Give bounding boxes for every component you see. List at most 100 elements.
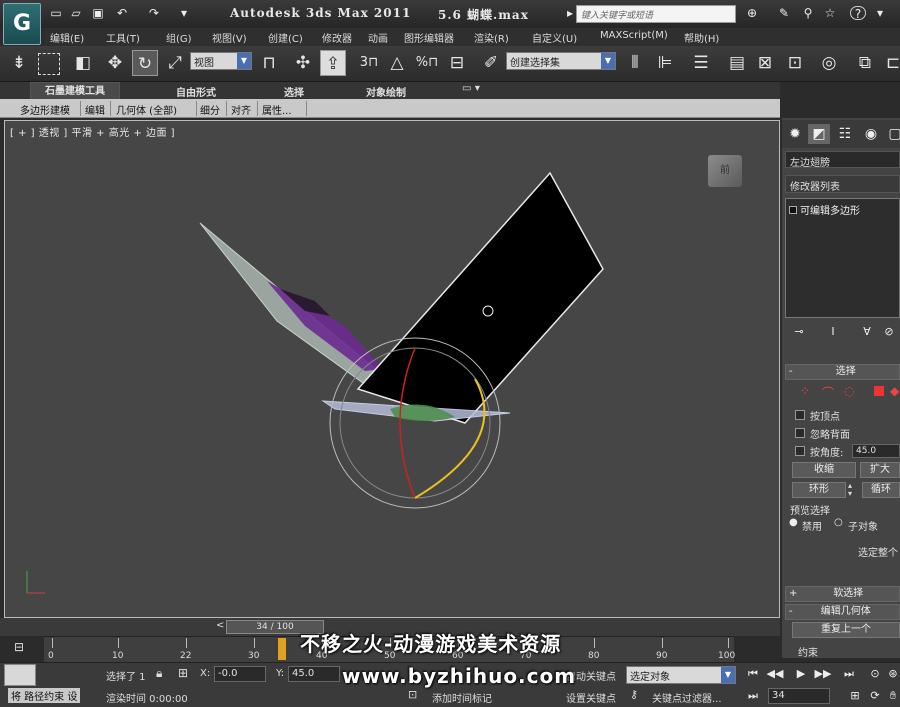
mirror-icon[interactable]: ⫴ xyxy=(622,50,648,76)
menu-group[interactable]: 组(G) xyxy=(166,30,192,45)
dropdown-icon[interactable]: ▾ xyxy=(176,6,192,20)
current-frame-marker[interactable] xyxy=(278,638,286,660)
tools-icon[interactable]: ✎ xyxy=(776,6,792,20)
schematic-view-icon[interactable]: ⊡ xyxy=(782,50,808,76)
window-crossing-icon[interactable]: ◧ xyxy=(70,50,96,76)
binoculars-icon[interactable]: ⊕ xyxy=(744,6,760,20)
disabled-radio-icon[interactable]: ● xyxy=(789,517,798,528)
edit-geometry-rollout-header[interactable]: - 编辑几何体 xyxy=(785,604,900,620)
menu-create[interactable]: 创建(C) xyxy=(268,30,303,45)
shrink-button[interactable]: 收缩 xyxy=(792,462,856,478)
render-frame-icon[interactable]: ⊏ xyxy=(880,50,900,76)
zoom-icon[interactable]: ⊙ xyxy=(866,666,884,682)
layer-manager-icon[interactable]: ☰ xyxy=(688,50,714,76)
set-key-button[interactable]: 设置关键点 xyxy=(566,690,616,705)
tab-selection[interactable]: 选择 xyxy=(284,84,304,99)
prev-key-icon[interactable]: ◀◀ xyxy=(766,666,784,682)
polygon-mode-icon[interactable] xyxy=(874,386,884,396)
modifier-list-dropdown[interactable]: 修改器列表 xyxy=(785,175,900,193)
move-icon[interactable]: ✥ xyxy=(102,50,128,76)
by-angle-checkbox[interactable] xyxy=(795,446,805,456)
pin-stack-icon[interactable]: ⊸ xyxy=(788,322,810,342)
time-config-icon[interactable]: ⊞ xyxy=(846,688,864,704)
menu-animation[interactable]: 动画 xyxy=(368,30,388,45)
comm-center-icon[interactable]: ⚲ xyxy=(800,6,816,20)
key-filters-button[interactable]: 关键点过滤器... xyxy=(652,690,722,705)
scale-icon[interactable]: ⤢ xyxy=(162,50,188,76)
current-frame-field[interactable]: 34 xyxy=(768,688,830,704)
next-key-icon[interactable]: ▶▶ xyxy=(814,666,832,682)
object-name-field[interactable]: 左边翅膀 xyxy=(785,151,900,169)
hierarchy-tab-icon[interactable]: ☷ xyxy=(834,124,856,144)
menu-views[interactable]: 视图(V) xyxy=(212,30,247,45)
ribbon-properties[interactable]: 属性... xyxy=(262,102,292,117)
maxscript-mini-listener[interactable]: 将 路径约束 设 xyxy=(8,688,81,703)
stack-item-editable-poly[interactable]: 可编辑多边形 xyxy=(789,202,860,217)
tab-object-paint[interactable]: 对象绘制 xyxy=(366,84,406,99)
edge-mode-icon[interactable]: ⌒ xyxy=(822,384,834,401)
ribbon-geometry-all[interactable]: 几何体 (全部) xyxy=(116,102,177,117)
soft-selection-rollout-header[interactable]: + 软选择 xyxy=(785,586,900,602)
vertex-mode-icon[interactable]: ⁘ xyxy=(800,384,810,398)
pivot-icon[interactable]: ⊓ xyxy=(256,50,282,76)
modify-tab-icon[interactable]: ◩ xyxy=(808,124,830,144)
maxscript-listener[interactable] xyxy=(4,664,36,686)
select-filter-icon[interactable]: ⇟ xyxy=(6,50,32,76)
make-unique-icon[interactable]: ∀ xyxy=(856,322,878,342)
curve-editor-icon[interactable]: ⊠ xyxy=(752,50,778,76)
app-logo-icon[interactable]: G xyxy=(3,3,41,45)
y-coord-field[interactable]: 45.0 xyxy=(288,666,340,682)
graphite-toggle-icon[interactable]: ▤ xyxy=(724,50,750,76)
named-selection-combo[interactable]: 创建选择集 ▼ xyxy=(506,52,616,70)
add-time-tag[interactable]: 添加时间标记 xyxy=(432,690,492,705)
ribbon-align[interactable]: 对齐 xyxy=(231,102,251,117)
menu-graph-editors[interactable]: 图形编辑器 xyxy=(404,30,454,45)
zoom-all-icon[interactable]: ⊛ xyxy=(884,666,900,682)
key-mode-toggle-icon[interactable]: ⏭ xyxy=(744,688,762,704)
show-end-result-icon[interactable]: Ι xyxy=(822,322,844,342)
create-tab-icon[interactable]: ✹ xyxy=(784,124,806,144)
save-icon[interactable]: ▣ xyxy=(90,6,106,20)
snap-toggle-icon[interactable]: 3⊓ xyxy=(356,50,382,76)
open-file-icon[interactable]: ▱ xyxy=(68,6,84,20)
grow-button[interactable]: 扩大 xyxy=(860,462,900,478)
angle-value-field[interactable]: 45.0 xyxy=(852,444,900,458)
go-to-start-icon[interactable]: ⏮ xyxy=(744,666,762,682)
loop-button[interactable]: 循环 xyxy=(862,482,900,498)
by-vertex-checkbox[interactable] xyxy=(795,410,805,420)
border-mode-icon[interactable]: ◌ xyxy=(844,384,854,398)
material-editor-icon[interactable]: ◎ xyxy=(816,50,842,76)
help-dropdown-icon[interactable]: ▾ xyxy=(872,6,888,20)
ribbon-options-icon[interactable]: ▭ ▾ xyxy=(462,83,480,94)
selection-rollout-header[interactable]: - 选择 xyxy=(785,364,900,380)
remove-modifier-icon[interactable]: ⊘ xyxy=(878,322,900,342)
render-setup-icon[interactable]: ⧉ xyxy=(852,50,878,76)
time-tag-icon[interactable]: ⊡ xyxy=(408,688,417,701)
menu-maxscript[interactable]: MAXScript(M) xyxy=(600,30,668,41)
key-icon[interactable]: ⚷ xyxy=(630,688,638,701)
select-manipulate-icon[interactable]: ✣ xyxy=(290,50,316,76)
ribbon-edit[interactable]: 编辑 xyxy=(85,102,105,117)
undo-icon[interactable]: ↶ xyxy=(114,6,130,20)
play-icon[interactable]: ▶ xyxy=(792,666,810,682)
menu-edit[interactable]: 编辑(E) xyxy=(50,30,84,45)
tab-graphite-modeling[interactable]: 石墨建模工具 xyxy=(30,82,120,99)
key-mode-combo[interactable]: 选定对象 ▼ xyxy=(626,666,736,684)
menu-customize[interactable]: 自定义(U) xyxy=(532,30,577,45)
ring-spinner-icon[interactable]: ▴ ▾ xyxy=(848,482,858,498)
percent-snap-icon[interactable]: %⊓ xyxy=(414,50,440,76)
lock-selection-icon[interactable]: 🔒︎ xyxy=(156,666,162,681)
rect-select-icon[interactable] xyxy=(38,53,60,75)
absolute-mode-icon[interactable]: ⊞ xyxy=(178,666,188,680)
motion-tab-icon[interactable]: ◉ xyxy=(860,124,882,144)
edit-named-selection-icon[interactable]: ✐ xyxy=(478,50,504,76)
display-tab-icon[interactable]: ▢ xyxy=(884,124,900,144)
help-icon[interactable]: ? xyxy=(850,6,866,21)
angle-snap-icon[interactable]: △ xyxy=(384,50,410,76)
search-input[interactable]: 键入关键字或短语 xyxy=(576,5,736,23)
prev-frame-icon[interactable]: < xyxy=(216,620,224,631)
tab-freeform[interactable]: 自由形式 xyxy=(176,84,216,99)
menu-help[interactable]: 帮助(H) xyxy=(684,30,719,45)
ignore-backface-checkbox[interactable] xyxy=(795,428,805,438)
menu-tools[interactable]: 工具(T) xyxy=(106,30,140,45)
